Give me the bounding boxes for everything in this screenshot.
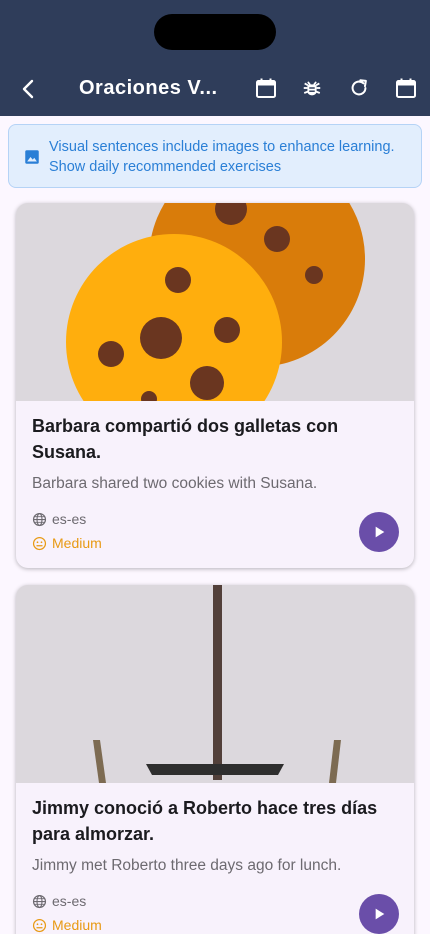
play-icon [375, 526, 385, 538]
globe-icon [32, 512, 47, 526]
dynamic-island [154, 14, 276, 50]
play-button[interactable] [359, 512, 399, 552]
language-label: es-es [52, 893, 87, 909]
sentence-card[interactable]: Barbara compartió dos galletas con Susan… [16, 203, 414, 568]
debug-button[interactable] [296, 72, 328, 104]
calendar-icon [396, 78, 416, 98]
image-icon [25, 150, 39, 164]
sentence-card[interactable]: Jimmy conoció a Roberto hace tres días p… [16, 585, 414, 934]
difficulty-info: Medium [32, 917, 102, 933]
app-bar: Oraciones V... [0, 0, 430, 116]
chevron-left-icon [22, 79, 34, 99]
difficulty-label: Medium [52, 917, 102, 933]
back-button[interactable] [12, 72, 46, 106]
refresh-icon [351, 79, 367, 96]
bug-icon [303, 81, 321, 96]
play-icon [375, 908, 385, 920]
banner-text: Visual sentences include images to enhan… [49, 139, 395, 175]
info-banner: Visual sentences include images to enhan… [8, 124, 422, 188]
calendar-button[interactable] [250, 72, 282, 104]
card-image [16, 203, 414, 401]
difficulty-info: Medium [32, 535, 102, 551]
neutral-face-icon [32, 536, 47, 550]
difficulty-label: Medium [52, 535, 102, 551]
refresh-button[interactable] [343, 72, 375, 104]
card-image [16, 585, 414, 783]
neutral-face-icon [32, 918, 47, 932]
play-button[interactable] [359, 894, 399, 934]
language-label: es-es [52, 511, 87, 527]
language-info: es-es [32, 893, 86, 909]
cookies-illustration [16, 203, 414, 401]
table-illustration [16, 585, 414, 783]
language-info: es-es [32, 511, 86, 527]
translation-text: Barbara shared two cookies with Susana. [32, 475, 318, 492]
sentence-text: Barbara compartió dos galletas con Susan… [32, 416, 339, 462]
calendar-button-2[interactable] [390, 72, 422, 104]
page-title: Oraciones V... [79, 77, 218, 99]
globe-icon [32, 894, 47, 908]
sentence-text: Jimmy conoció a Roberto hace tres días p… [32, 798, 378, 844]
translation-text: Jimmy met Roberto three days ago for lun… [32, 857, 342, 874]
calendar-icon [256, 78, 276, 98]
